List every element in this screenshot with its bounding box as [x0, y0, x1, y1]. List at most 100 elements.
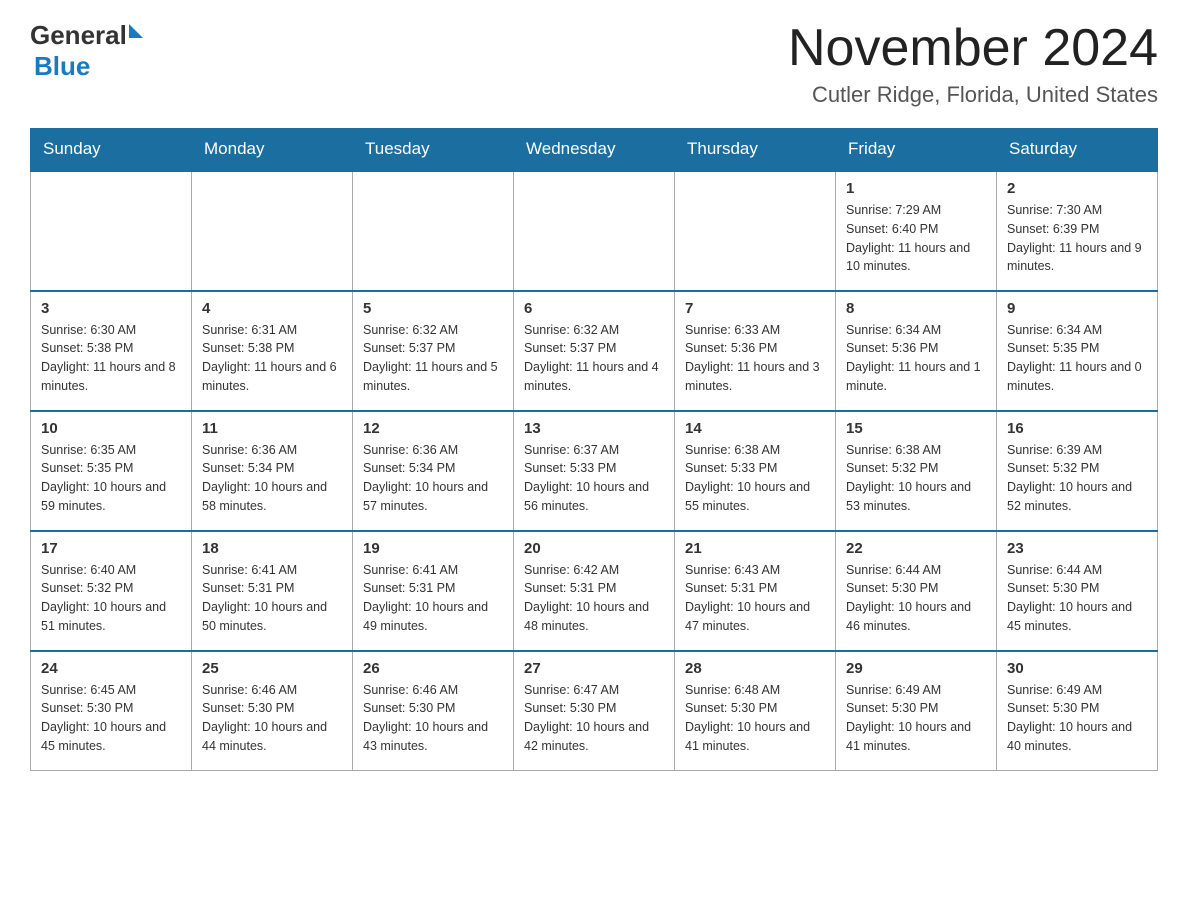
calendar-cell: 3Sunrise: 6:30 AM Sunset: 5:38 PM Daylig…	[31, 291, 192, 411]
day-info: Sunrise: 6:36 AM Sunset: 5:34 PM Dayligh…	[202, 441, 342, 516]
calendar-cell: 7 Sunrise: 6:33 AM Sunset: 5:36 PM Daylig…	[675, 291, 836, 411]
calendar-cell: 25Sunrise: 6:46 AM Sunset: 5:30 PM Dayli…	[192, 651, 353, 771]
calendar-cell: 19 Sunrise: 6:41 AM Sunset: 5:31 PM Dayli…	[353, 531, 514, 651]
day-info: Sunrise: 6:31 AM Sunset: 5:38 PM Dayligh…	[202, 321, 342, 396]
day-number: 3	[41, 300, 181, 317]
day-info: Sunrise: 6:41 AM Sunset: 5:31 PM Dayligh…	[363, 561, 503, 636]
calendar-table: SundayMondayTuesdayWednesdayThursdayFrid…	[30, 128, 1158, 771]
weekday-header-thursday: Thursday	[675, 129, 836, 171]
calendar-cell: 2 Sunrise: 7:30 AM Sunset: 6:39 PM Daylig…	[997, 171, 1158, 291]
day-info: Sunrise: 6:33 AM Sunset: 5:36 PM Dayligh…	[685, 321, 825, 396]
calendar-cell: 17Sunrise: 6:40 AM Sunset: 5:32 PM Dayli…	[31, 531, 192, 651]
calendar-cell	[31, 171, 192, 291]
calendar-cell: 21 Sunrise: 6:43 AM Sunset: 5:31 PM Dayli…	[675, 531, 836, 651]
day-info: Sunrise: 6:34 AM Sunset: 5:36 PM Dayligh…	[846, 321, 986, 396]
calendar-cell: 22Sunrise: 6:44 AM Sunset: 5:30 PM Dayli…	[836, 531, 997, 651]
day-number: 25	[202, 660, 342, 677]
calendar-week-row: 3Sunrise: 6:30 AM Sunset: 5:38 PM Daylig…	[31, 291, 1158, 411]
calendar-cell: 13Sunrise: 6:37 AM Sunset: 5:33 PM Dayli…	[514, 411, 675, 531]
day-info: Sunrise: 6:38 AM Sunset: 5:33 PM Dayligh…	[685, 441, 825, 516]
logo-arrow-icon	[129, 24, 143, 38]
title-area: November 2024 Cutler Ridge, Florida, Uni…	[788, 20, 1158, 108]
day-number: 8	[846, 300, 986, 317]
day-number: 6	[524, 300, 664, 317]
day-number: 11	[202, 420, 342, 437]
day-number: 5	[363, 300, 503, 317]
month-title: November 2024	[788, 20, 1158, 77]
calendar-cell: 26 Sunrise: 6:46 AM Sunset: 5:30 PM Dayli…	[353, 651, 514, 771]
calendar-week-row: 17Sunrise: 6:40 AM Sunset: 5:32 PM Dayli…	[31, 531, 1158, 651]
day-info: Sunrise: 6:39 AM Sunset: 5:32 PM Dayligh…	[1007, 441, 1147, 516]
day-number: 28	[685, 660, 825, 677]
day-info: Sunrise: 6:48 AM Sunset: 5:30 PM Dayligh…	[685, 681, 825, 756]
day-info: Sunrise: 6:32 AM Sunset: 5:37 PM Dayligh…	[524, 321, 664, 396]
day-number: 27	[524, 660, 664, 677]
calendar-cell: 1 Sunrise: 7:29 AM Sunset: 6:40 PM Daylig…	[836, 171, 997, 291]
day-info: Sunrise: 7:29 AM Sunset: 6:40 PM Dayligh…	[846, 201, 986, 276]
day-number: 15	[846, 420, 986, 437]
day-number: 23	[1007, 540, 1147, 557]
day-number: 1	[846, 180, 986, 197]
weekday-header-row: SundayMondayTuesdayWednesdayThursdayFrid…	[31, 129, 1158, 171]
calendar-cell: 9 Sunrise: 6:34 AM Sunset: 5:35 PM Daylig…	[997, 291, 1158, 411]
day-number: 9	[1007, 300, 1147, 317]
calendar-cell	[514, 171, 675, 291]
day-info: Sunrise: 6:49 AM Sunset: 5:30 PM Dayligh…	[846, 681, 986, 756]
day-number: 7	[685, 300, 825, 317]
calendar-cell: 4 Sunrise: 6:31 AM Sunset: 5:38 PM Daylig…	[192, 291, 353, 411]
day-number: 30	[1007, 660, 1147, 677]
day-info: Sunrise: 6:44 AM Sunset: 5:30 PM Dayligh…	[1007, 561, 1147, 636]
day-number: 12	[363, 420, 503, 437]
weekday-header-sunday: Sunday	[31, 129, 192, 171]
calendar-cell: 18 Sunrise: 6:41 AM Sunset: 5:31 PM Dayli…	[192, 531, 353, 651]
day-number: 22	[846, 540, 986, 557]
day-info: Sunrise: 6:41 AM Sunset: 5:31 PM Dayligh…	[202, 561, 342, 636]
weekday-header-friday: Friday	[836, 129, 997, 171]
day-info: Sunrise: 6:36 AM Sunset: 5:34 PM Dayligh…	[363, 441, 503, 516]
calendar-cell	[353, 171, 514, 291]
day-number: 19	[363, 540, 503, 557]
day-info: Sunrise: 6:49 AM Sunset: 5:30 PM Dayligh…	[1007, 681, 1147, 756]
calendar-cell: 16 Sunrise: 6:39 AM Sunset: 5:32 PM Dayli…	[997, 411, 1158, 531]
logo-blue-text: Blue	[34, 51, 90, 81]
day-number: 24	[41, 660, 181, 677]
day-info: Sunrise: 6:46 AM Sunset: 5:30 PM Dayligh…	[363, 681, 503, 756]
day-number: 2	[1007, 180, 1147, 197]
calendar-cell: 24 Sunrise: 6:45 AM Sunset: 5:30 PM Dayli…	[31, 651, 192, 771]
calendar-cell: 8 Sunrise: 6:34 AM Sunset: 5:36 PM Daylig…	[836, 291, 997, 411]
day-info: Sunrise: 6:43 AM Sunset: 5:31 PM Dayligh…	[685, 561, 825, 636]
day-info: Sunrise: 6:35 AM Sunset: 5:35 PM Dayligh…	[41, 441, 181, 516]
day-info: Sunrise: 6:38 AM Sunset: 5:32 PM Dayligh…	[846, 441, 986, 516]
day-number: 10	[41, 420, 181, 437]
day-info: Sunrise: 6:34 AM Sunset: 5:35 PM Dayligh…	[1007, 321, 1147, 396]
day-info: Sunrise: 6:32 AM Sunset: 5:37 PM Dayligh…	[363, 321, 503, 396]
calendar-cell: 12 Sunrise: 6:36 AM Sunset: 5:34 PM Dayli…	[353, 411, 514, 531]
header: General Blue November 2024 Cutler Ridge,…	[30, 20, 1158, 108]
day-number: 26	[363, 660, 503, 677]
calendar-cell: 20 Sunrise: 6:42 AM Sunset: 5:31 PM Dayli…	[514, 531, 675, 651]
calendar-cell: 29Sunrise: 6:49 AM Sunset: 5:30 PM Dayli…	[836, 651, 997, 771]
calendar-week-row: 10 Sunrise: 6:35 AM Sunset: 5:35 PM Dayli…	[31, 411, 1158, 531]
calendar-cell: 10 Sunrise: 6:35 AM Sunset: 5:35 PM Dayli…	[31, 411, 192, 531]
day-number: 21	[685, 540, 825, 557]
calendar-cell: 15 Sunrise: 6:38 AM Sunset: 5:32 PM Dayli…	[836, 411, 997, 531]
calendar-cell	[675, 171, 836, 291]
day-number: 16	[1007, 420, 1147, 437]
day-info: Sunrise: 6:45 AM Sunset: 5:30 PM Dayligh…	[41, 681, 181, 756]
location-title: Cutler Ridge, Florida, United States	[788, 82, 1158, 108]
calendar-cell: 14Sunrise: 6:38 AM Sunset: 5:33 PM Dayli…	[675, 411, 836, 531]
calendar-cell: 27Sunrise: 6:47 AM Sunset: 5:30 PM Dayli…	[514, 651, 675, 771]
day-info: Sunrise: 7:30 AM Sunset: 6:39 PM Dayligh…	[1007, 201, 1147, 276]
calendar-cell: 23 Sunrise: 6:44 AM Sunset: 5:30 PM Dayli…	[997, 531, 1158, 651]
day-number: 4	[202, 300, 342, 317]
weekday-header-wednesday: Wednesday	[514, 129, 675, 171]
calendar-week-row: 1 Sunrise: 7:29 AM Sunset: 6:40 PM Daylig…	[31, 171, 1158, 291]
day-number: 18	[202, 540, 342, 557]
day-number: 20	[524, 540, 664, 557]
calendar-cell: 11 Sunrise: 6:36 AM Sunset: 5:34 PM Dayli…	[192, 411, 353, 531]
calendar-cell: 6 Sunrise: 6:32 AM Sunset: 5:37 PM Daylig…	[514, 291, 675, 411]
day-info: Sunrise: 6:40 AM Sunset: 5:32 PM Dayligh…	[41, 561, 181, 636]
weekday-header-monday: Monday	[192, 129, 353, 171]
day-info: Sunrise: 6:37 AM Sunset: 5:33 PM Dayligh…	[524, 441, 664, 516]
day-info: Sunrise: 6:42 AM Sunset: 5:31 PM Dayligh…	[524, 561, 664, 636]
